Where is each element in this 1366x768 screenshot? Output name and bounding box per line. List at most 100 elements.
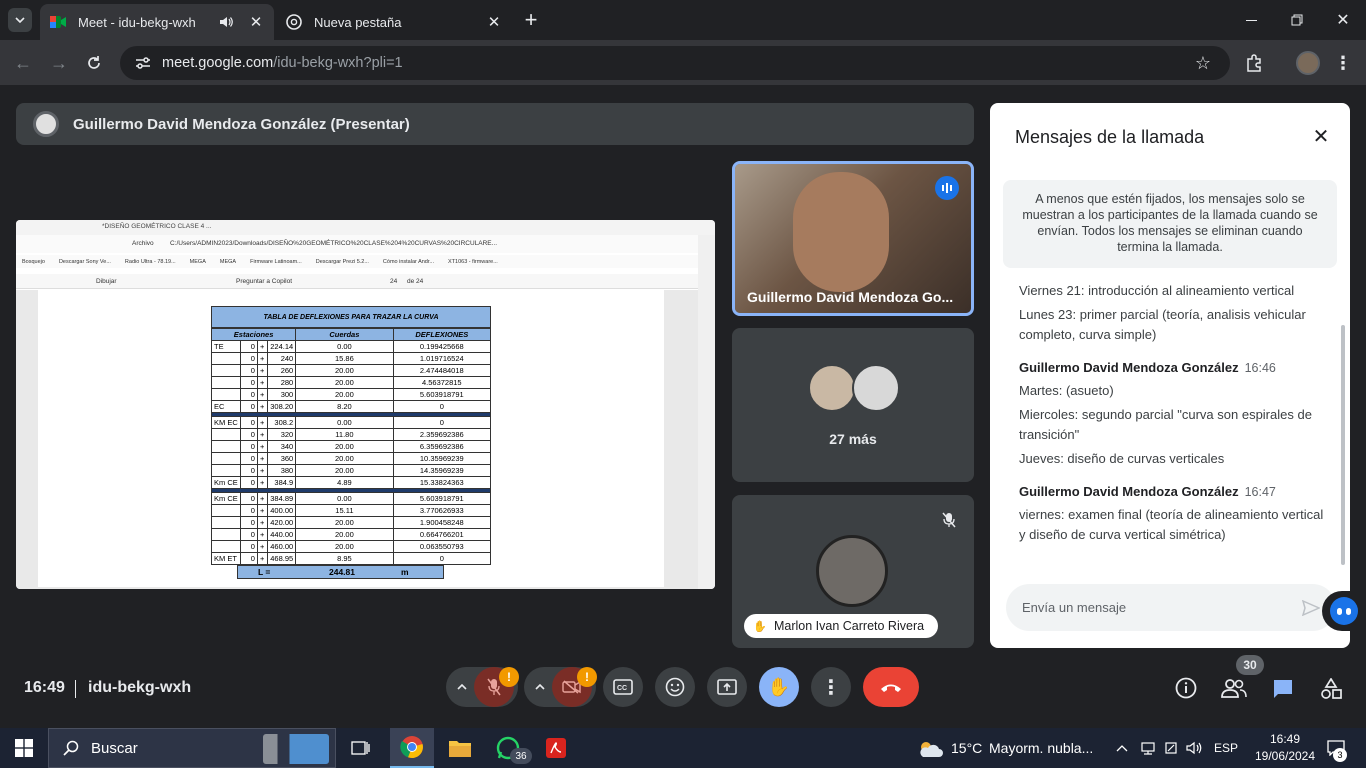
- shared-bookmark: MEGA: [189, 258, 206, 265]
- close-icon[interactable]: ✕: [1310, 125, 1332, 148]
- chat-leading-message: Lunes 23: primer parcial (teoría, analis…: [1019, 307, 1306, 342]
- send-icon[interactable]: [1300, 599, 1322, 616]
- speaker-icon[interactable]: [218, 16, 234, 28]
- table-cell: 0.199425668: [392, 340, 492, 353]
- table-cell: [210, 440, 242, 453]
- restore-icon[interactable]: [1282, 8, 1312, 32]
- chevron-up-icon[interactable]: [454, 679, 470, 695]
- browser-menu-icon[interactable]: ⋮: [1334, 52, 1352, 74]
- table-cell: 0: [240, 416, 258, 429]
- windows-start-icon[interactable]: [14, 739, 34, 757]
- tab-title: Meet - idu-bekg-wxh: [78, 14, 196, 30]
- back-arrow-icon[interactable]: ←: [12, 52, 34, 74]
- table-cell: 460.00: [266, 540, 297, 553]
- table-cell: 1.900458248: [392, 516, 492, 529]
- table-cell: 2.474484018: [392, 364, 492, 377]
- taskbar-search[interactable]: Buscar: [48, 728, 336, 768]
- participant-name-chip: ✋ Marlon Ivan Carreto Rivera: [744, 614, 938, 638]
- shared-screen: *DISEÑO GEOMÉTRICO CLASE 4 ... Archivo C…: [16, 220, 715, 589]
- people-icon[interactable]: [1220, 675, 1248, 701]
- site-settings-icon[interactable]: [134, 56, 152, 70]
- message-input[interactable]: Envía un mensaje: [1006, 584, 1336, 631]
- svg-text:CC: CC: [617, 685, 627, 692]
- present-screen-button[interactable]: [707, 667, 747, 707]
- table-cell: 0: [240, 552, 258, 565]
- table-cell: +: [256, 476, 268, 489]
- table-cell: +: [256, 516, 268, 529]
- leave-call-button[interactable]: [863, 667, 919, 707]
- minimize-icon[interactable]: [1236, 8, 1266, 32]
- activities-icon[interactable]: [1318, 676, 1344, 702]
- table-cell: 0: [392, 416, 492, 429]
- emoji-button[interactable]: [655, 667, 695, 707]
- tray-chevron-up-icon[interactable]: [1114, 741, 1130, 755]
- table-total-row: L = 244.81 m: [237, 565, 444, 579]
- chat-leading-message: Viernes 21: introducción al alineamiento…: [1019, 283, 1295, 298]
- chat-title: Mensajes de la llamada: [1015, 127, 1205, 147]
- table-cell: 0: [240, 400, 258, 413]
- speaker-name: Guillermo David Mendoza Go...: [747, 289, 954, 305]
- url-domain: meet.google.com: [162, 55, 274, 71]
- new-tab-plus-icon[interactable]: +: [520, 7, 542, 32]
- volume-icon[interactable]: [1185, 740, 1203, 756]
- table-row: EC 0 +308.20 8.20 0: [210, 400, 492, 413]
- raise-hand-button[interactable]: ✋: [759, 667, 799, 707]
- others-tile[interactable]: 27 más: [732, 328, 974, 482]
- table-row: 0 +440.00 20.00 0.664766201: [210, 528, 492, 541]
- table-cell: 5.603918791: [392, 492, 492, 505]
- table-cell: 0.00: [295, 416, 394, 429]
- table-cell: +: [256, 352, 268, 365]
- table-cell: 14.35969239: [392, 464, 492, 477]
- tab-search-icon[interactable]: [8, 8, 32, 32]
- assistant-bot-icon[interactable]: [1322, 591, 1366, 631]
- bookmark-star-icon[interactable]: ☆: [1192, 52, 1214, 74]
- language-indicator[interactable]: ESP: [1214, 741, 1238, 755]
- acrobat-icon[interactable]: [534, 728, 578, 768]
- shared-bookmark: Firmware Latinoam...: [250, 258, 302, 265]
- extensions-icon[interactable]: [1243, 52, 1265, 74]
- chat-icon[interactable]: [1270, 676, 1296, 702]
- table-cell: 0: [240, 388, 258, 401]
- tab-new[interactable]: Nueva pestaña ✕: [276, 4, 512, 40]
- windows-taskbar: Buscar 36 15°C Mayorm. nubla... ESP 16:4…: [0, 728, 1366, 768]
- clock-date[interactable]: 19/06/2024: [1250, 749, 1320, 763]
- table-cell: 240: [266, 352, 297, 365]
- close-tab-icon[interactable]: ✕: [486, 13, 502, 31]
- info-icon[interactable]: [1174, 676, 1198, 700]
- table-cell: 5.603918791: [392, 388, 492, 401]
- network-icon[interactable]: [1138, 740, 1158, 756]
- shared-tabstrip: *DISEÑO GEOMÉTRICO CLASE 4 ...: [16, 220, 715, 235]
- clock-time[interactable]: 16:49: [1260, 732, 1310, 746]
- table-cell: 15.86: [295, 352, 394, 365]
- chrome-taskbar-icon[interactable]: [390, 728, 434, 768]
- file-explorer-icon[interactable]: [438, 728, 482, 768]
- weather-cloud-icon: [916, 739, 944, 759]
- table-cell: 0.00: [295, 492, 394, 505]
- table-cell: +: [256, 464, 268, 477]
- table-cell: 20.00: [295, 452, 394, 465]
- participant-tile[interactable]: ✋ Marlon Ivan Carreto Rivera: [732, 495, 974, 648]
- chat-scrollbar[interactable]: [1341, 325, 1345, 565]
- forward-arrow-icon[interactable]: →: [48, 52, 70, 74]
- table-cell: TE: [210, 340, 242, 353]
- table-cell: 0: [240, 476, 258, 489]
- more-options-button[interactable]: ⋮: [811, 667, 851, 707]
- table-cell: 440.00: [266, 528, 297, 541]
- close-window-icon[interactable]: ✕: [1328, 8, 1358, 32]
- pen-icon[interactable]: [1162, 740, 1180, 756]
- total-label: L =: [258, 567, 271, 577]
- chevron-up-icon[interactable]: [532, 679, 548, 695]
- close-tab-icon[interactable]: ✕: [248, 13, 264, 31]
- profile-avatar[interactable]: [1296, 51, 1320, 75]
- table-cell: 384.89: [266, 492, 297, 505]
- address-bar[interactable]: meet.google.com /idu-bekg-wxh?pli=1: [120, 46, 1230, 80]
- reload-icon[interactable]: [83, 52, 105, 74]
- task-view-icon[interactable]: [350, 738, 372, 758]
- table-cell: [210, 504, 242, 517]
- speaker-tile[interactable]: Guillermo David Mendoza Go...: [732, 161, 974, 316]
- captions-button[interactable]: CC: [603, 667, 643, 707]
- tab-meet[interactable]: Meet - idu-bekg-wxh ✕: [40, 4, 274, 40]
- meeting-code: idu-bekg-wxh: [88, 679, 192, 696]
- mic-off-icon: [937, 508, 961, 532]
- header-deflexiones: DEFLEXIONES: [392, 328, 492, 341]
